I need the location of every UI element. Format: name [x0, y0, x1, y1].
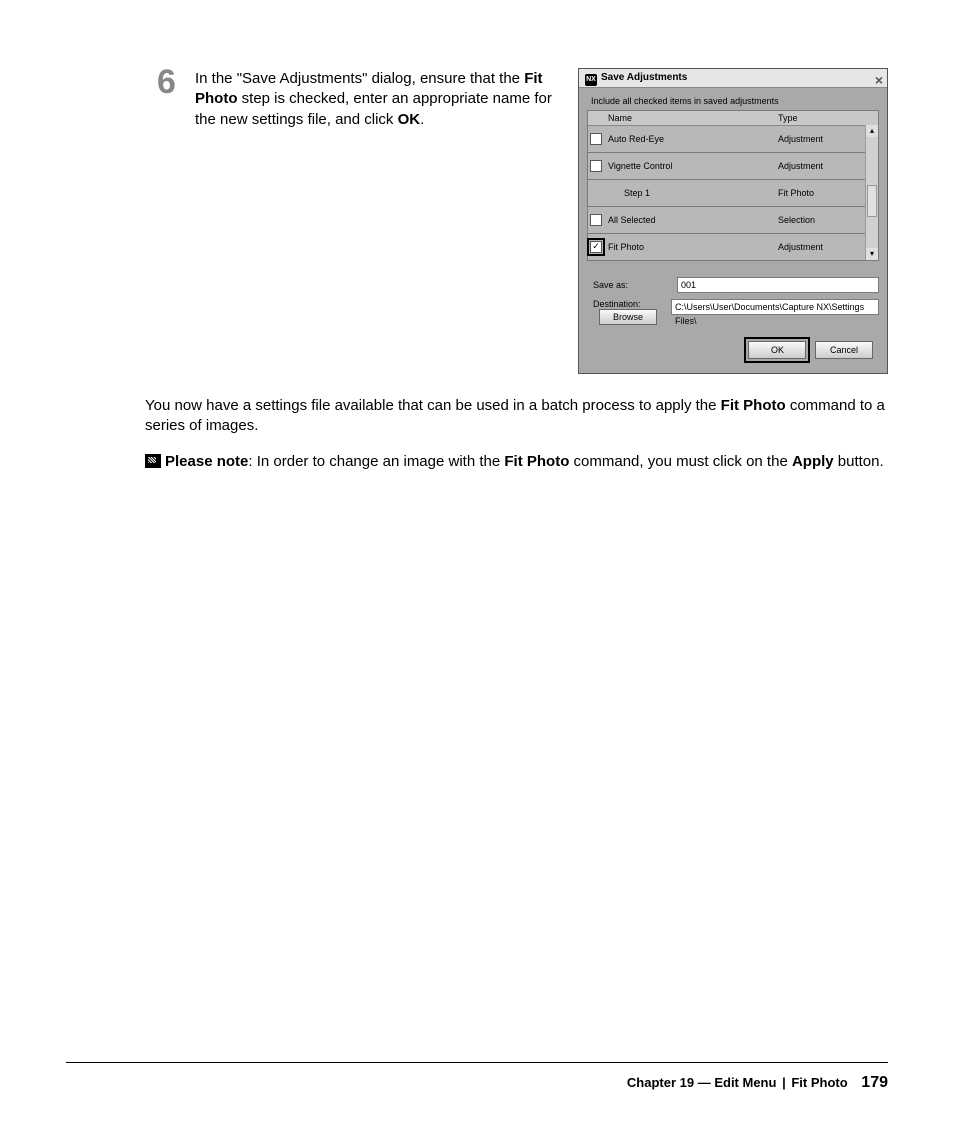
- step-text-part: .: [420, 111, 424, 128]
- col-name-header: Name: [604, 111, 778, 125]
- dialog-titlebar: NX Save Adjustments ×: [579, 69, 887, 88]
- cancel-button[interactable]: Cancel: [815, 341, 873, 359]
- paragraph-result: You now have a settings file available t…: [145, 396, 885, 437]
- row-name: Vignette Control: [604, 161, 778, 171]
- save-as-input[interactable]: 001: [677, 277, 879, 293]
- scroll-up-icon[interactable]: ▴: [866, 125, 878, 137]
- table-row[interactable]: Auto Red-Eye Adjustment: [588, 126, 878, 153]
- checkbox[interactable]: [590, 133, 602, 145]
- dialog-instruction: Include all checked items in saved adjus…: [587, 96, 879, 106]
- save-as-row: Save as: 001: [587, 277, 879, 293]
- footer-section: Fit Photo: [791, 1075, 847, 1090]
- text: command, you must click on the: [569, 453, 792, 470]
- page-number: 179: [861, 1074, 888, 1091]
- row-name: Fit Photo: [604, 242, 778, 252]
- table-row[interactable]: Vignette Control Adjustment: [588, 153, 878, 180]
- step-text-part: step is checked, enter an appropriate na…: [195, 90, 552, 127]
- table-row[interactable]: All Selected Selection: [588, 207, 878, 234]
- paragraph-note: Please note: In order to change an image…: [145, 452, 885, 472]
- browse-button[interactable]: Browse: [599, 309, 657, 325]
- dialog-form: Save as: 001 Destination: Browse C:\User…: [587, 277, 879, 325]
- note-icon: [145, 454, 161, 468]
- save-adjustments-dialog: NX Save Adjustments × Include all checked…: [578, 68, 888, 374]
- ok-button[interactable]: OK: [748, 341, 806, 359]
- destination-input[interactable]: C:\Users\User\Documents\Capture NX\Setti…: [671, 299, 879, 315]
- bold-fit-photo: Fit Photo: [504, 453, 569, 470]
- table-row[interactable]: Fit Photo Adjustment: [588, 234, 878, 260]
- table-rows: Auto Red-Eye Adjustment Vignette Control…: [588, 126, 878, 260]
- bold-apply: Apply: [792, 453, 834, 470]
- text: : In order to change an image with the: [248, 453, 504, 470]
- row-type: Selection: [778, 215, 878, 225]
- scrollbar[interactable]: ▴ ▾: [865, 125, 878, 260]
- footer: Chapter 19 — Edit Menu | Fit Photo 179: [627, 1074, 888, 1092]
- destination-label: Destination:: [587, 299, 677, 309]
- step-text-part: In the "Save Adjustments" dialog, ensure…: [195, 70, 524, 87]
- dialog-title-text: Save Adjustments: [601, 72, 687, 83]
- text: You now have a settings file available t…: [145, 397, 721, 414]
- app-icon: NX: [585, 74, 597, 86]
- row-type: Fit Photo: [778, 188, 878, 198]
- close-icon[interactable]: ×: [875, 71, 883, 89]
- dialog-buttons: OK Cancel: [587, 331, 879, 363]
- dialog-body: Include all checked items in saved adjus…: [579, 88, 887, 373]
- col-type-header: Type: [778, 111, 878, 125]
- checkbox[interactable]: [590, 214, 602, 226]
- destination-row: Destination: Browse C:\Users\User\Docume…: [587, 299, 879, 325]
- row-type: Adjustment: [778, 161, 878, 171]
- scroll-down-icon[interactable]: ▾: [866, 248, 878, 260]
- adjustments-table: Name Type Auto Red-Eye Adjustment Vignet…: [587, 110, 879, 261]
- scroll-thumb[interactable]: [867, 185, 877, 217]
- note-bold: Please note: [165, 453, 248, 470]
- row-type: Adjustment: [778, 134, 878, 144]
- row-name: Auto Red-Eye: [604, 134, 778, 144]
- table-row-step: Step 1 Fit Photo: [588, 180, 878, 207]
- table-header: Name Type: [588, 111, 878, 126]
- row-name: Step 1: [604, 188, 778, 198]
- checkbox[interactable]: [590, 160, 602, 172]
- step-bold-ok: OK: [398, 111, 421, 128]
- bold-fit-photo: Fit Photo: [721, 397, 786, 414]
- footer-rule: [66, 1062, 888, 1063]
- footer-chapter: Chapter 19 — Edit Menu: [627, 1075, 777, 1090]
- step-text: In the "Save Adjustments" dialog, ensure…: [195, 69, 565, 130]
- row-name: All Selected: [604, 215, 778, 225]
- checkbox-fit-photo[interactable]: [590, 241, 602, 253]
- footer-separator: |: [782, 1075, 786, 1090]
- text: button.: [834, 453, 884, 470]
- save-as-label: Save as:: [587, 280, 677, 290]
- step-number: 6: [157, 63, 176, 102]
- row-type: Adjustment: [778, 242, 878, 252]
